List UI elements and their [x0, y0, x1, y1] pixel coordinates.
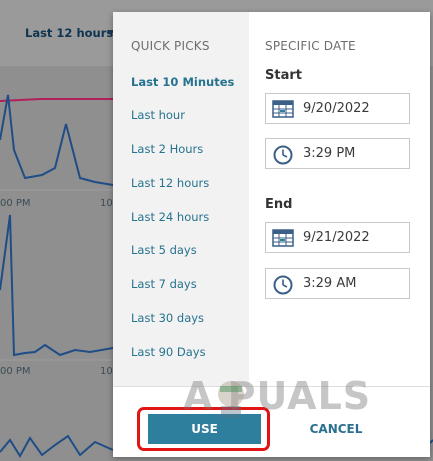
- end-time-field[interactable]: 3:29 AM: [265, 268, 410, 299]
- chart-series-bottom: [0, 434, 114, 458]
- axis-tick-label: 00 PM: [0, 198, 31, 209]
- axis-tick-label: 10: [100, 366, 113, 377]
- date-range-popup: QUICK PICKS Last 10 Minutes Last hour La…: [113, 12, 430, 457]
- calendar-icon[interactable]: [272, 229, 294, 251]
- quick-pick-last-2-hours[interactable]: Last 2 Hours: [131, 142, 203, 156]
- quick-pick-last-hour[interactable]: Last hour: [131, 108, 185, 122]
- specific-date-title: SPECIFIC DATE: [265, 39, 356, 53]
- end-date-value: 9/21/2022: [303, 230, 370, 245]
- quick-pick-last-10-minutes[interactable]: Last 10 Minutes: [131, 75, 234, 89]
- start-label: Start: [265, 68, 302, 83]
- popup-footer: USE CANCEL: [113, 386, 430, 457]
- clock-icon[interactable]: [272, 145, 294, 169]
- axis-tick-label: 10: [100, 198, 113, 209]
- quick-pick-last-24-hours[interactable]: Last 24 hours: [131, 210, 209, 224]
- threshold-line: [0, 98, 113, 102]
- quick-pick-last-12-hours[interactable]: Last 12 hours: [131, 176, 209, 190]
- calendar-icon[interactable]: [272, 100, 294, 122]
- end-date-field[interactable]: 9/21/2022: [265, 222, 410, 253]
- start-time-field[interactable]: 3:29 PM: [265, 138, 410, 169]
- end-time-value: 3:29 AM: [303, 276, 357, 291]
- quick-pick-last-5-days[interactable]: Last 5 days: [131, 243, 197, 257]
- start-time-value: 3:29 PM: [303, 146, 356, 161]
- cancel-button[interactable]: CANCEL: [301, 414, 371, 444]
- start-date-value: 9/20/2022: [303, 101, 370, 116]
- quick-pick-last-90-days[interactable]: Last 90 Days: [131, 345, 206, 359]
- use-button[interactable]: USE: [148, 414, 261, 444]
- end-label: End: [265, 197, 293, 212]
- clock-icon[interactable]: [272, 275, 294, 299]
- chart-gridlines: [0, 189, 113, 361]
- chart-series-top: [0, 94, 114, 186]
- quick-picks-panel: QUICK PICKS Last 10 Minutes Last hour La…: [113, 12, 249, 386]
- start-date-field[interactable]: 9/20/2022: [265, 93, 410, 124]
- quick-pick-last-7-days[interactable]: Last 7 days: [131, 277, 197, 291]
- quick-pick-last-30-days[interactable]: Last 30 days: [131, 311, 204, 325]
- axis-tick-label: 00 PM: [0, 366, 31, 377]
- quick-picks-title: QUICK PICKS: [131, 39, 210, 53]
- chart-series-middle: [0, 214, 114, 357]
